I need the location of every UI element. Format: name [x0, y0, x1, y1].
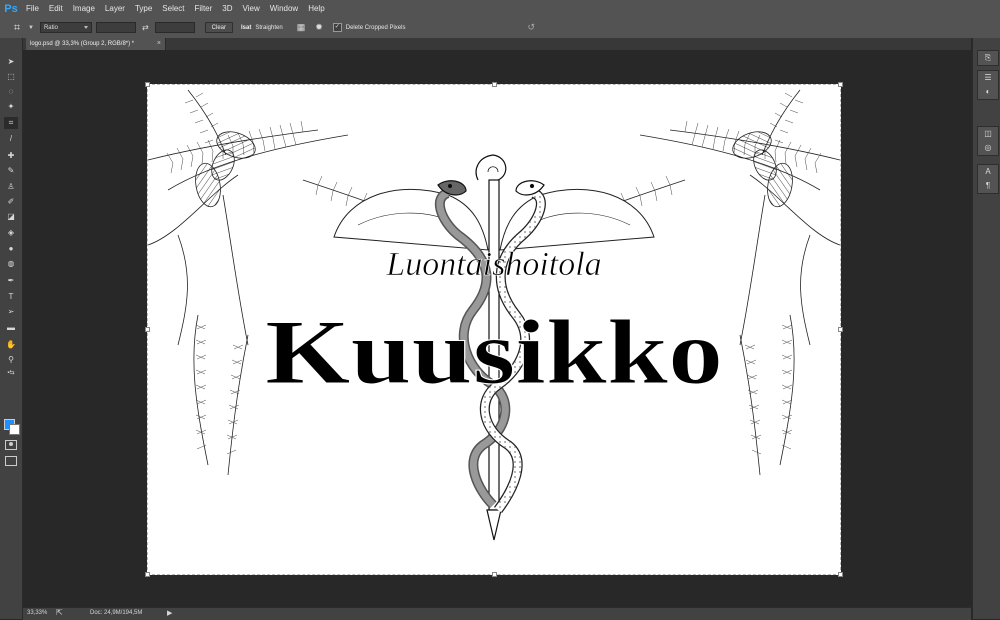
crop-handle-top-left[interactable] [145, 82, 150, 87]
crop-ratio-select[interactable]: Ratio [39, 22, 92, 33]
logo-subtitle: Luontaishoitola [385, 246, 601, 283]
tools-panel: ➤ ⬚ ◌ ✦ ⌗ / ✚ ✎ ♙ ✐ ◪ ◈ ● ◍ ✒ T ➢ ▬ ✋ ⚲ … [0, 38, 23, 619]
menu-bar: Ps File Edit Image Layer Type Select Fil… [0, 0, 1000, 18]
straighten-icon[interactable]: Isat [241, 25, 251, 31]
options-bar: ⌗ ▼ Ratio ⇄ Clear Isat Straighten ▦ ✹ ✓ … [0, 17, 1000, 39]
channels-icon[interactable]: ◎ [978, 141, 998, 155]
right-pine-branches [559, 89, 840, 476]
crop-tool-icon[interactable]: ⌗ [4, 117, 18, 129]
clone-stamp-tool-icon[interactable]: ♙ [4, 181, 18, 193]
path-selection-tool-icon[interactable]: ➢ [4, 306, 18, 318]
menu-filter[interactable]: Filter [195, 4, 213, 13]
zoom-level[interactable]: 33,33% [27, 610, 47, 616]
menu-edit[interactable]: Edit [49, 4, 63, 13]
crop-handle-bottom-right[interactable] [838, 572, 843, 577]
status-menu-arrow-icon[interactable]: ▶ [167, 609, 172, 617]
delete-cropped-label: Delete Cropped Pixels [345, 24, 406, 31]
healing-brush-tool-icon[interactable]: ✚ [4, 150, 18, 162]
menu-type[interactable]: Type [135, 4, 152, 13]
blur-tool-icon[interactable]: ● [4, 243, 18, 255]
default-colors-icon[interactable]: ▪⇆ [4, 367, 18, 379]
magic-wand-tool-icon[interactable]: ✦ [4, 101, 18, 113]
left-pine-cones [195, 131, 256, 208]
crop-height-field[interactable] [154, 22, 195, 33]
crop-icon[interactable]: ⌗ [10, 21, 24, 35]
menu-3d[interactable]: 3D [222, 4, 232, 13]
crop-handle-top[interactable] [492, 82, 497, 87]
eyedropper-tool-icon[interactable]: / [4, 133, 18, 145]
move-tool-icon[interactable]: ➤ [4, 56, 18, 68]
marquee-tool-icon[interactable]: ⬚ [4, 71, 18, 83]
logo-artwork: Luontaishoitola Kuusikko [148, 89, 840, 541]
hand-tool-icon[interactable]: ✋ [4, 339, 18, 351]
app-logo: Ps [4, 2, 18, 15]
export-icon[interactable]: ⇱ [56, 608, 63, 617]
crop-handle-bottom-left[interactable] [145, 572, 150, 577]
document-size-info: Doc: 24,9M/194,5M [90, 610, 143, 616]
menu-layer[interactable]: Layer [105, 4, 125, 13]
document-tab-title: logo.psd @ 33,3% (Group 2, RGB/8*) * [30, 41, 135, 47]
menu-window[interactable]: Window [270, 4, 298, 13]
type-tool-icon[interactable]: T [4, 291, 18, 303]
gear-icon[interactable]: ✹ [315, 22, 323, 33]
crop-handle-left[interactable] [145, 327, 150, 332]
adjustments-icon[interactable]: ◐ [978, 85, 998, 99]
menu-file[interactable]: File [26, 4, 39, 13]
document-tab[interactable]: logo.psd @ 33,3% (Group 2, RGB/8*) * × [26, 38, 166, 50]
status-bar: 33,33% ⇱ Doc: 24,9M/194,5M ▶ [23, 607, 971, 620]
dodge-tool-icon[interactable]: ◍ [4, 258, 18, 270]
menu-view[interactable]: View [243, 4, 260, 13]
reset-icon[interactable]: ↺ [527, 22, 535, 33]
document-canvas[interactable]: Luontaishoitola Kuusikko [145, 82, 843, 577]
layers-icon[interactable]: ◫ [978, 127, 998, 141]
clear-button[interactable]: Clear [204, 22, 233, 33]
swap-icon[interactable]: ⇄ [142, 23, 149, 32]
menu-select[interactable]: Select [162, 4, 184, 13]
panel-group-2: ☰ ◐ [977, 70, 999, 100]
quick-mask-icon[interactable] [5, 440, 17, 450]
eraser-tool-icon[interactable]: ◪ [4, 211, 18, 223]
panel-group-4: A ¶ [977, 164, 999, 194]
panel-dock: ⎘ ☰ ◐ ◫ ◎ A ¶ [972, 38, 1000, 619]
panel-group-1: ⎘ [977, 50, 999, 66]
menu-image[interactable]: Image [73, 4, 95, 13]
document-tab-bar: logo.psd @ 33,3% (Group 2, RGB/8*) * × [23, 38, 971, 50]
grid-overlay-icon[interactable]: ▦ [297, 22, 306, 33]
logo-title: Kuusikko [265, 301, 723, 403]
pen-tool-icon[interactable]: ✒ [4, 275, 18, 287]
paragraph-icon[interactable]: ¶ [978, 179, 998, 193]
crop-handle-top-right[interactable] [838, 82, 843, 87]
menu-help[interactable]: Help [308, 4, 324, 13]
straighten-label[interactable]: Straighten [255, 25, 282, 31]
rectangle-tool-icon[interactable]: ▬ [4, 322, 18, 334]
character-icon[interactable]: A [978, 165, 998, 179]
zoom-tool-icon[interactable]: ⚲ [4, 354, 18, 366]
delete-cropped-checkbox[interactable]: ✓ [332, 23, 342, 32]
background-color-swatch[interactable] [9, 424, 20, 435]
close-icon[interactable]: × [157, 38, 161, 50]
properties-icon[interactable]: ☰ [978, 71, 998, 85]
history-brush-tool-icon[interactable]: ✐ [4, 196, 18, 208]
brush-tool-icon[interactable]: ✎ [4, 165, 18, 177]
panel-group-3: ◫ ◎ [977, 126, 999, 156]
paint-bucket-tool-icon[interactable]: ◈ [4, 227, 18, 239]
crop-handle-right[interactable] [838, 327, 843, 332]
tool-preset-caret-icon[interactable]: ▼ [28, 25, 34, 31]
history-icon[interactable]: ⎘ [978, 51, 998, 65]
crop-handle-bottom[interactable] [492, 572, 497, 577]
screen-mode-icon[interactable] [5, 456, 17, 466]
right-pine-cones [732, 131, 793, 208]
crop-width-field[interactable] [95, 22, 136, 33]
lasso-tool-icon[interactable]: ◌ [4, 86, 18, 98]
